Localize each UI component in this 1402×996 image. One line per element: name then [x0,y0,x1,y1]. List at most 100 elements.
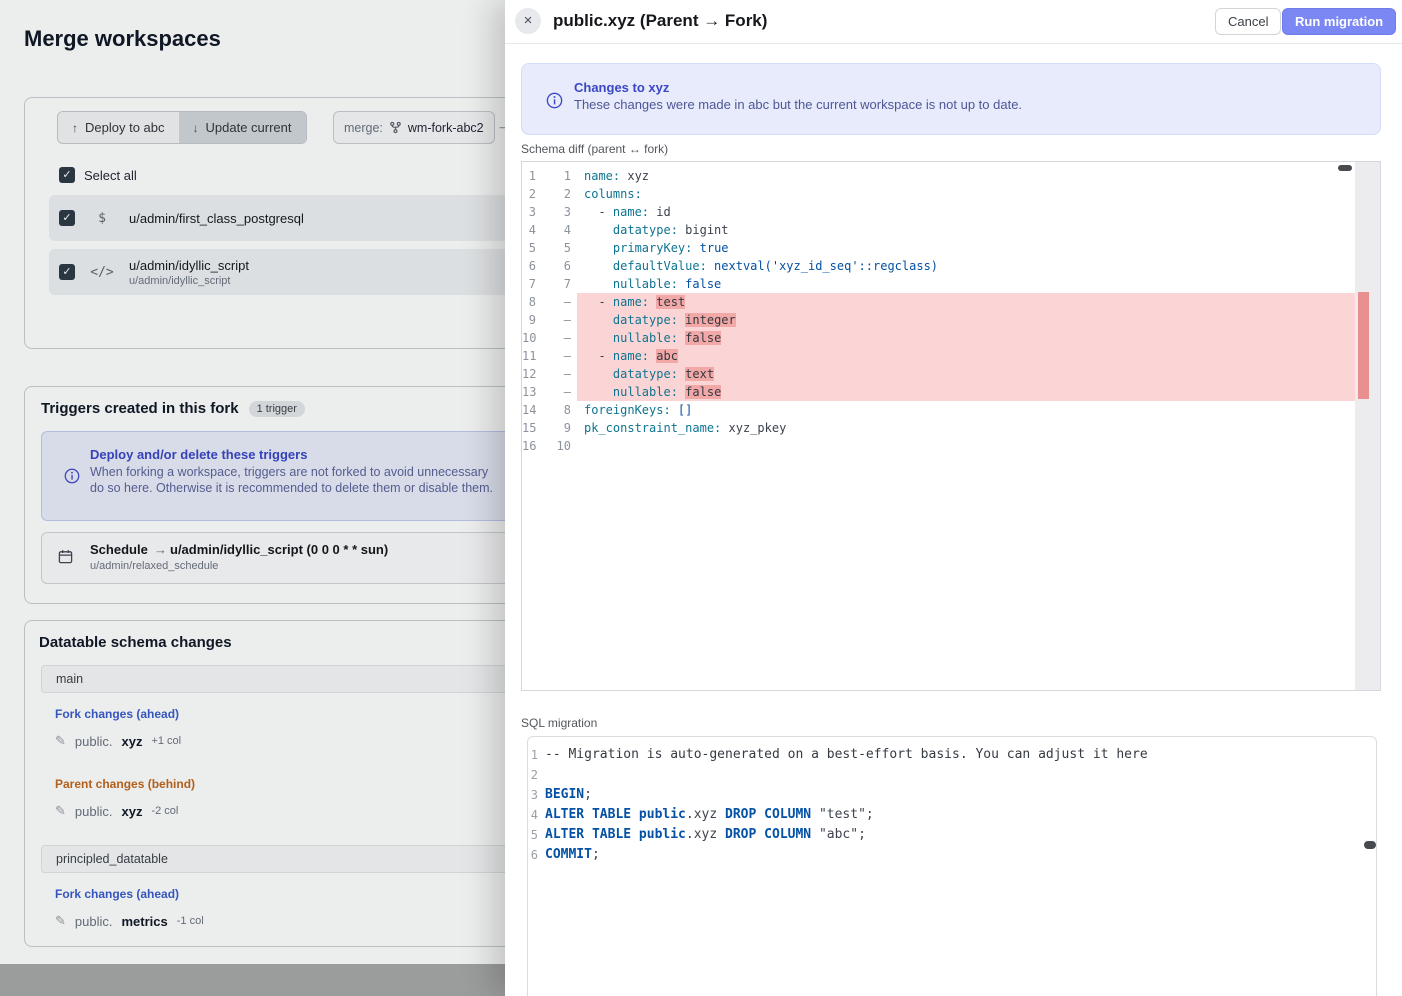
sql-line-number: 5 [528,825,540,845]
code-token: DROP COLUMN [725,807,819,822]
code-token: - [584,205,613,219]
code-token: xyz [620,169,649,183]
code-token: name: [613,205,649,219]
diff-line-number-parent: 9 [522,311,540,329]
code-token: name: [584,169,620,183]
diff-line-number-parent: 4 [522,221,540,239]
diff-line-code: - name: test [577,293,1355,311]
code-token [584,331,613,345]
code-token: bigint [678,223,729,237]
diff-line: 11name: xyz [522,167,1355,185]
diff-line-number-fork: 9 [540,419,577,437]
code-token: abc [656,349,678,363]
code-token: COMMIT [545,847,592,862]
diff-line-code: - name: id [577,203,1355,221]
code-token: xyz_pkey [721,421,786,435]
code-token [584,367,613,381]
sql-line-number: 1 [528,745,540,765]
diff-line: 33 - name: id [522,203,1355,221]
code-token: ; [584,787,592,802]
diff-line-number-fork: 7 [540,275,577,293]
diff-line-code [577,437,1355,455]
code-token: - [584,295,613,309]
diff-line-number-fork: 3 [540,203,577,221]
diff-overview-ruler[interactable] [1355,162,1380,690]
sql-migration-label: SQL migration [521,716,597,730]
code-token [584,385,613,399]
diff-line-number-parent: 15 [522,419,540,437]
code-token: id [649,205,671,219]
diff-line-number-parent: 14 [522,401,540,419]
diff-line-number-fork: – [540,365,577,383]
changes-banner: Changes to xyz These changes were made i… [521,63,1381,135]
code-token [584,223,613,237]
code-token: columns: [584,187,642,201]
diff-line-number-parent: 16 [522,437,540,455]
schema-diff-editor[interactable]: 11name: xyz22columns:33 - name: id44 dat… [521,161,1381,691]
diff-line-number-fork: – [540,329,577,347]
diff-line: 22 columns: [522,185,1355,203]
diff-line: 66 defaultValue: nextval('xyz_id_seq'::r… [522,257,1355,275]
sql-line-number: 6 [528,845,540,865]
diff-line: 13– nullable: false [522,383,1355,401]
code-token: name: [613,349,649,363]
diff-line-code: nullable: false [577,275,1355,293]
diff-line-number-parent: 2 [522,185,540,203]
schema-diff-label: Schema diff (parent ↔ fork) [521,142,668,156]
sql-line-number: 4 [528,805,540,825]
sql-line-number: 2 [528,765,540,785]
code-token: "abc"; [819,827,866,842]
close-icon[interactable]: × [515,8,541,34]
sql-line-code: ALTER TABLE public.xyz DROP COLUMN "test… [540,805,1360,825]
sql-line-code: -- Migration is auto-generated on a best… [540,745,1360,765]
diff-line-number-fork: 10 [540,437,577,455]
drawer-title: public.xyz (Parent → Fork) [553,11,767,31]
diff-line-number-fork: – [540,293,577,311]
code-token: [] [671,403,693,417]
diff-line-code: datatype: integer [577,311,1355,329]
banner-body: These changes were made in abc but the c… [574,97,1022,112]
diff-line-number-parent: 11 [522,347,540,365]
code-token: nullable: [613,331,678,345]
diff-line-number-fork: – [540,311,577,329]
code-token: false [685,331,721,345]
diff-line-number-parent: 10 [522,329,540,347]
diff-line-code: primaryKey: true [577,239,1355,257]
cancel-button[interactable]: Cancel [1215,8,1281,35]
run-migration-button[interactable]: Run migration [1282,8,1396,35]
code-token: true [692,241,728,255]
code-token: datatype: [613,313,678,327]
diff-line: 55 primaryKey: true [522,239,1355,257]
diff-line-number-fork: 2 [540,185,577,203]
code-token: public [639,827,686,842]
code-token: nextval('xyz_id_seq'::regclass) [707,259,938,273]
diff-lines: 11name: xyz22columns:33 - name: id44 dat… [522,167,1355,455]
diff-line-code: nullable: false [577,329,1355,347]
diff-line-number-parent: 3 [522,203,540,221]
diff-line: 159pk_constraint_name: xyz_pkey [522,419,1355,437]
code-token: BEGIN [545,787,584,802]
sql-line: 2 [528,765,1360,785]
diff-line-number-fork: 4 [540,221,577,239]
code-token: datatype: [613,367,678,381]
diff-line-number-parent: 7 [522,275,540,293]
banner-title: Changes to xyz [574,80,669,95]
code-token [584,259,613,273]
migration-drawer: × public.xyz (Parent → Fork) Cancel Run … [505,0,1402,996]
diff-line-code: foreignKeys: [] [577,401,1355,419]
code-token [584,241,613,255]
diff-line-number-parent: 13 [522,383,540,401]
diff-line-code: pk_constraint_name: xyz_pkey [577,419,1355,437]
code-token: primaryKey: [613,241,692,255]
sql-line-number: 3 [528,785,540,805]
diff-line: 12– datatype: text [522,365,1355,383]
code-token: .xyz [686,827,725,842]
code-token: integer [685,313,736,327]
diff-line: 11– - name: abc [522,347,1355,365]
diff-removed-marker [1358,292,1369,399]
diff-line-number-parent: 12 [522,365,540,383]
diff-scrollbar-thumb[interactable] [1338,165,1352,171]
code-token: defaultValue: [613,259,707,273]
sql-scrollbar-thumb[interactable] [1364,841,1376,849]
sql-migration-editor[interactable]: 1-- Migration is auto-generated on a bes… [527,736,1377,996]
